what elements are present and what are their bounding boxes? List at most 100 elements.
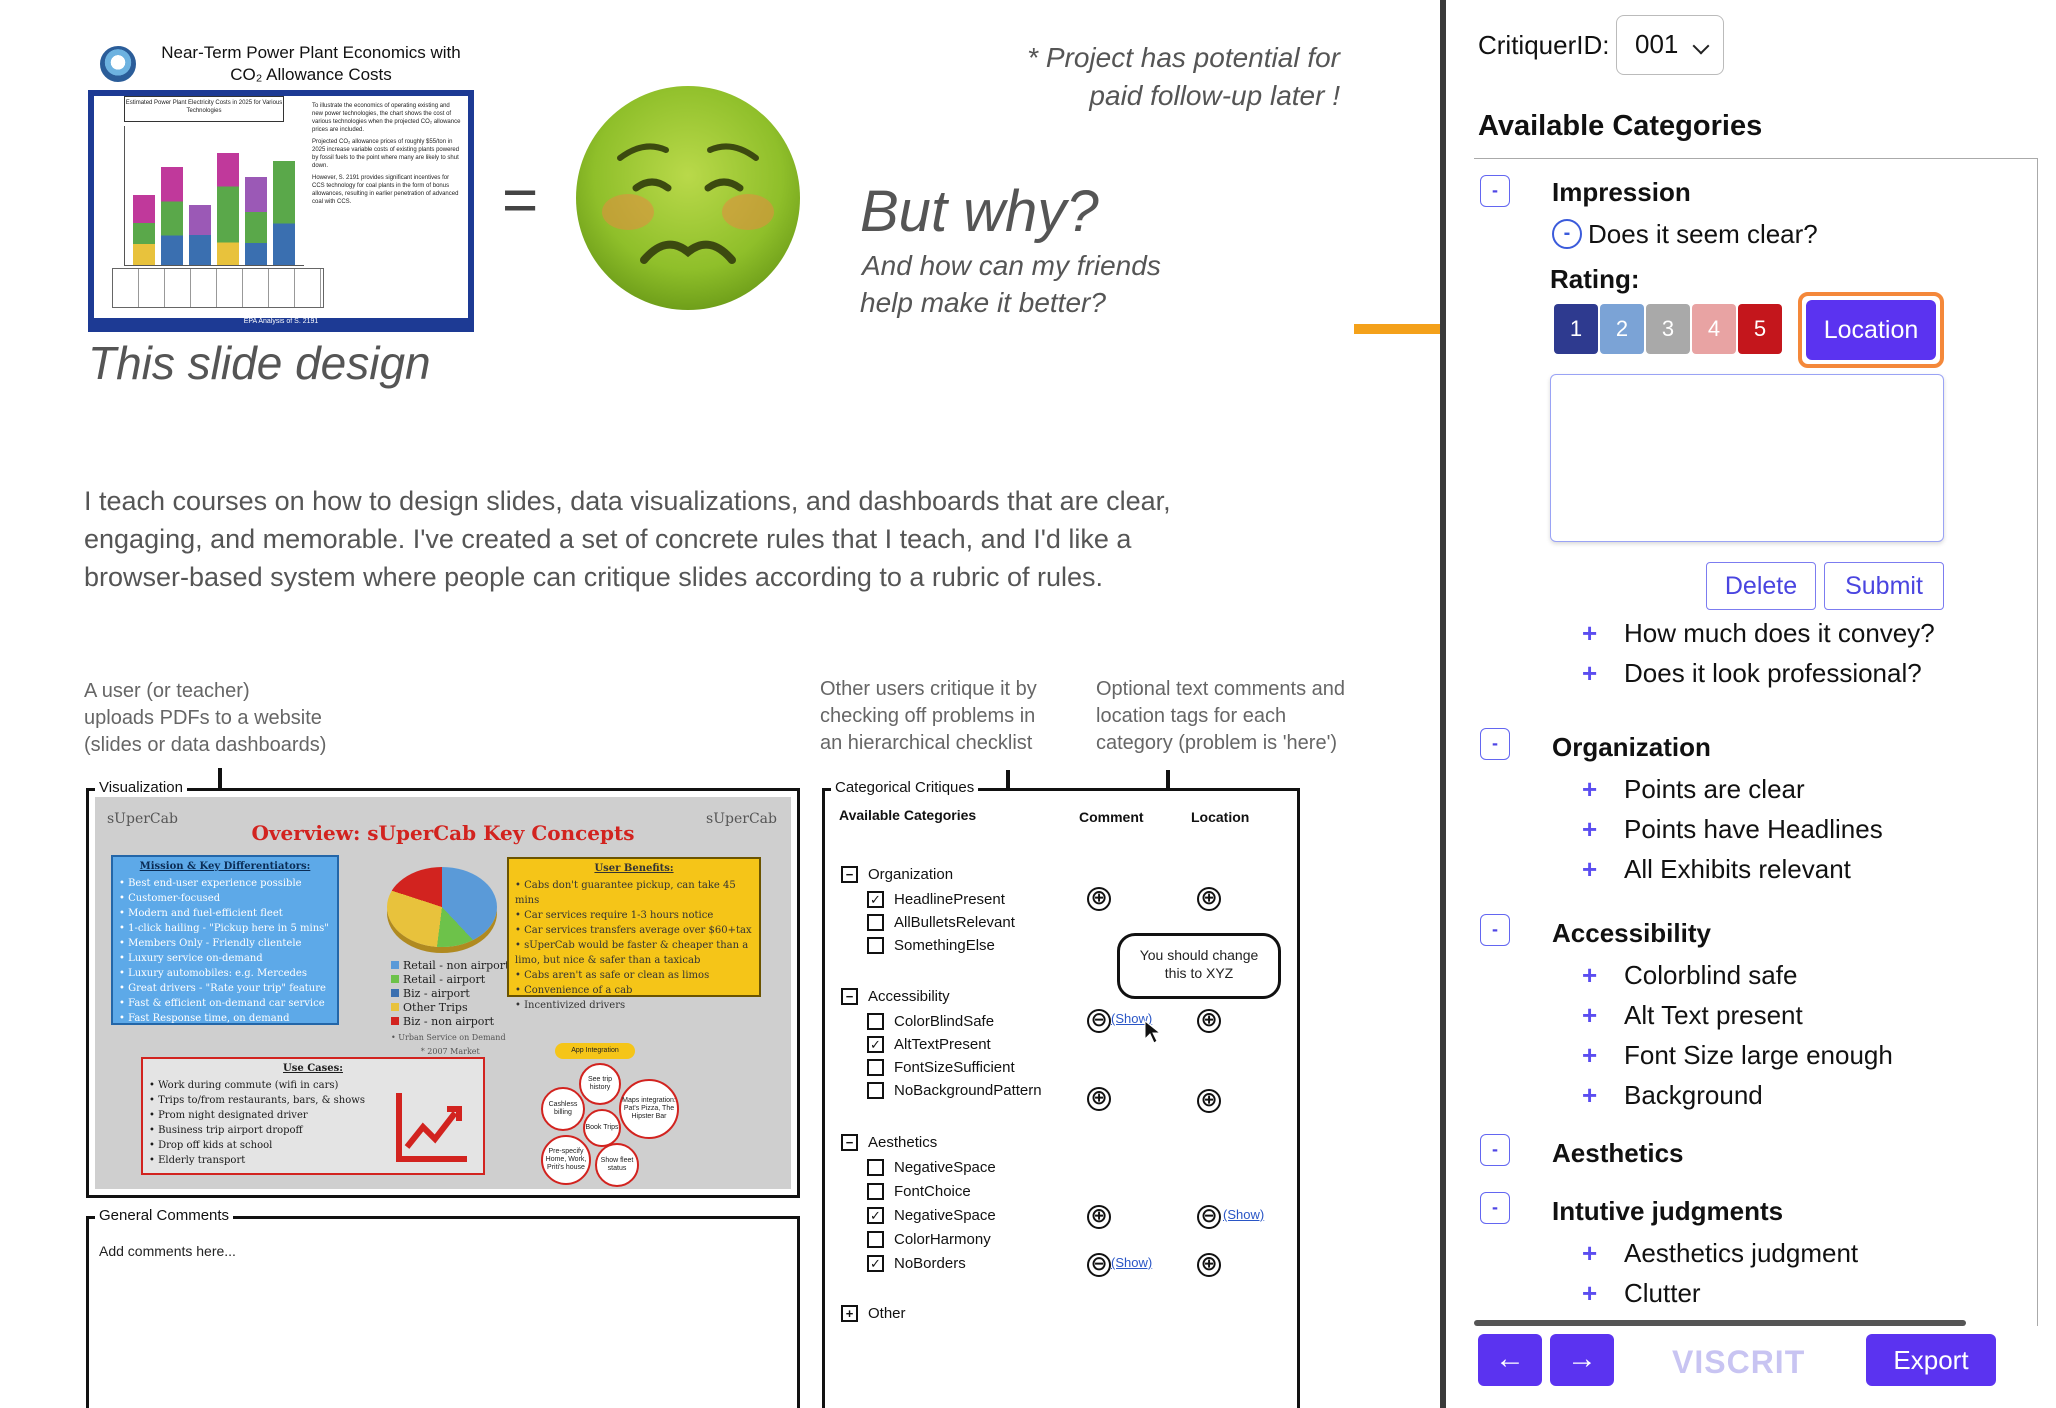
rule-font-size[interactable]: Font Size large enough (1624, 1040, 1893, 1071)
category-accessibility: Accessibility (1552, 918, 1711, 948)
annotation-line: (slides or data dashboards) (84, 734, 327, 756)
sketch-check-label: ColorHarmony (894, 1231, 991, 1248)
expand-icon[interactable]: + (1582, 814, 1597, 845)
legend-label: Retail - airport (403, 973, 486, 986)
previous-button[interactable]: ← (1478, 1334, 1542, 1386)
epa-seal-icon (100, 46, 136, 82)
rating-5-button[interactable]: 5 (1738, 304, 1782, 354)
example-slide-title-line2: CO₂ Allowance Costs (230, 65, 392, 84)
panel-item: • Car services transfers average over $6… (515, 925, 752, 936)
sketch-check-row: ✓ AltTextPresent (867, 1036, 991, 1053)
example-stacked-bar-chart (124, 126, 304, 266)
visualization-label: Visualization (95, 779, 187, 796)
collapse-accessibility-button[interactable]: - (1480, 914, 1510, 946)
example-slide-footer: EPA Analysis of S. 2191 (243, 318, 319, 325)
feature-bubble: Show fleet status (595, 1143, 639, 1187)
example-slide-body: Estimated Power Plant Electricity Costs … (94, 96, 468, 318)
example-chart-heading: Estimated Power Plant Electricity Costs … (124, 96, 284, 122)
legend-label: Biz - airport (403, 987, 470, 1000)
horizontal-scrollbar[interactable] (1474, 1320, 1966, 1326)
example-bar (273, 161, 295, 265)
sketch-check-label: NoBorders (894, 1255, 966, 1272)
example-bar (245, 177, 267, 265)
category-aesthetics: Aesthetics (1552, 1138, 1684, 1168)
next-button[interactable]: → (1550, 1334, 1614, 1386)
expand-icon[interactable]: + (1582, 774, 1597, 805)
expand-icon[interactable]: + (1582, 1040, 1597, 1071)
legend-label: Retail - non airport (403, 959, 510, 972)
expand-icon[interactable]: + (1582, 618, 1597, 649)
question-professional[interactable]: Does it look professional? (1624, 658, 1922, 689)
example-data-table (112, 268, 324, 308)
speech-text: this to XYZ (1164, 965, 1234, 981)
sketch-check-label: SomethingElse (894, 937, 995, 954)
rating-2-button[interactable]: 2 (1600, 304, 1644, 354)
sketch-check-label: NegativeSpace (894, 1207, 996, 1224)
rule-points-clear[interactable]: Points are clear (1624, 774, 1805, 805)
sketch-check-label: FontSizeSufficient (894, 1059, 1015, 1076)
category-organization: Organization (1552, 732, 1711, 762)
critiquer-id-select[interactable]: 001 (1616, 15, 1724, 75)
export-button[interactable]: Export (1866, 1334, 1996, 1386)
nauseated-face-icon (576, 86, 800, 310)
rule-colorblind-safe[interactable]: Colorblind safe (1624, 960, 1797, 991)
rating-4-button[interactable]: 4 (1692, 304, 1736, 354)
panel-item: • Cabs aren't as safe or clean as limos (515, 970, 710, 981)
viscrit-logo: VISCRIT (1672, 1344, 1806, 1380)
rule-points-headlines[interactable]: Points have Headlines (1624, 814, 1883, 845)
rating-1-button[interactable]: 1 (1554, 304, 1598, 354)
sketch-check-row: NoBackgroundPattern (867, 1082, 1042, 1099)
show-location-link: (Show) (1223, 1207, 1265, 1222)
collapse-impression-button[interactable]: - (1480, 175, 1510, 207)
annotation-line: category (problem is 'here') (1096, 732, 1338, 754)
expand-box-icon: + (841, 1305, 858, 1322)
checkbox-icon (867, 1159, 884, 1176)
collapse-aesthetics-button[interactable]: - (1480, 1134, 1510, 1166)
submit-button[interactable]: Submit (1824, 562, 1944, 610)
question-convey[interactable]: How much does it convey? (1624, 618, 1935, 649)
expand-icon[interactable]: + (1582, 1080, 1597, 1111)
feature-bubble: Cashless billing (541, 1087, 585, 1131)
add-location-icon: ⊕ (1197, 1253, 1221, 1277)
legend-item: Biz - airport (391, 987, 509, 1001)
expand-icon[interactable]: + (1582, 960, 1597, 991)
rule-aesthetics-judgment[interactable]: Aesthetics judgment (1624, 1238, 1858, 1269)
intro-line: browser-based system where people can cr… (84, 562, 1103, 592)
legend-item: Other Trips (391, 1001, 509, 1015)
checkbox-icon: ✓ (867, 891, 884, 908)
friends-question-line2: help make it better? (860, 287, 1106, 318)
annotation-line: Optional text comments and (1096, 678, 1346, 700)
comment-textarea[interactable] (1550, 374, 1944, 542)
general-comments-label: General Comments (95, 1207, 234, 1224)
delete-button[interactable]: Delete (1706, 562, 1816, 610)
rule-exhibits-relevant[interactable]: All Exhibits relevant (1624, 854, 1851, 885)
collapse-question-icon[interactable]: - (1552, 219, 1582, 249)
sketch-col-comment: Comment (1079, 809, 1144, 825)
collapse-intuitive-button[interactable]: - (1480, 1192, 1510, 1224)
feature-bubble: See trip history (579, 1063, 621, 1105)
sketch-check-label: ColorBlindSafe (894, 1013, 995, 1030)
rule-background[interactable]: Background (1624, 1080, 1763, 1111)
location-button[interactable]: Location (1806, 300, 1936, 360)
collapse-organization-button[interactable]: - (1480, 728, 1510, 760)
sketch-check-row: ✓ NoBorders (867, 1255, 966, 1272)
expand-icon[interactable]: + (1582, 658, 1597, 689)
rule-clutter[interactable]: Clutter (1624, 1278, 1701, 1309)
friends-question-line1: And how can my friends (862, 250, 1161, 281)
checkbox-icon (867, 937, 884, 954)
sketch-check-row: ColorBlindSafe (867, 1013, 994, 1030)
expand-icon[interactable]: + (1582, 1238, 1597, 1269)
rule-alt-text[interactable]: Alt Text present (1624, 1000, 1803, 1031)
question-seem-clear[interactable]: Does it seem clear? (1588, 219, 1818, 250)
annotation-line: A user (or teacher) (84, 680, 250, 702)
expand-icon[interactable]: + (1582, 1000, 1597, 1031)
sketch-group-label: Organization (868, 866, 954, 883)
expand-icon[interactable]: + (1582, 1278, 1597, 1309)
example-slide-notes: To illustrate the economics of operating… (312, 102, 462, 206)
rating-3-button[interactable]: 3 (1646, 304, 1690, 354)
mouse-cursor-icon (1144, 1019, 1162, 1044)
explainer-pane: Near-Term Power Plant Economics with CO₂… (0, 0, 1440, 1408)
panel-header: Use Cases: (283, 1063, 343, 1074)
expand-icon[interactable]: + (1582, 854, 1597, 885)
sketch-group-organization: − Organization (841, 866, 953, 883)
